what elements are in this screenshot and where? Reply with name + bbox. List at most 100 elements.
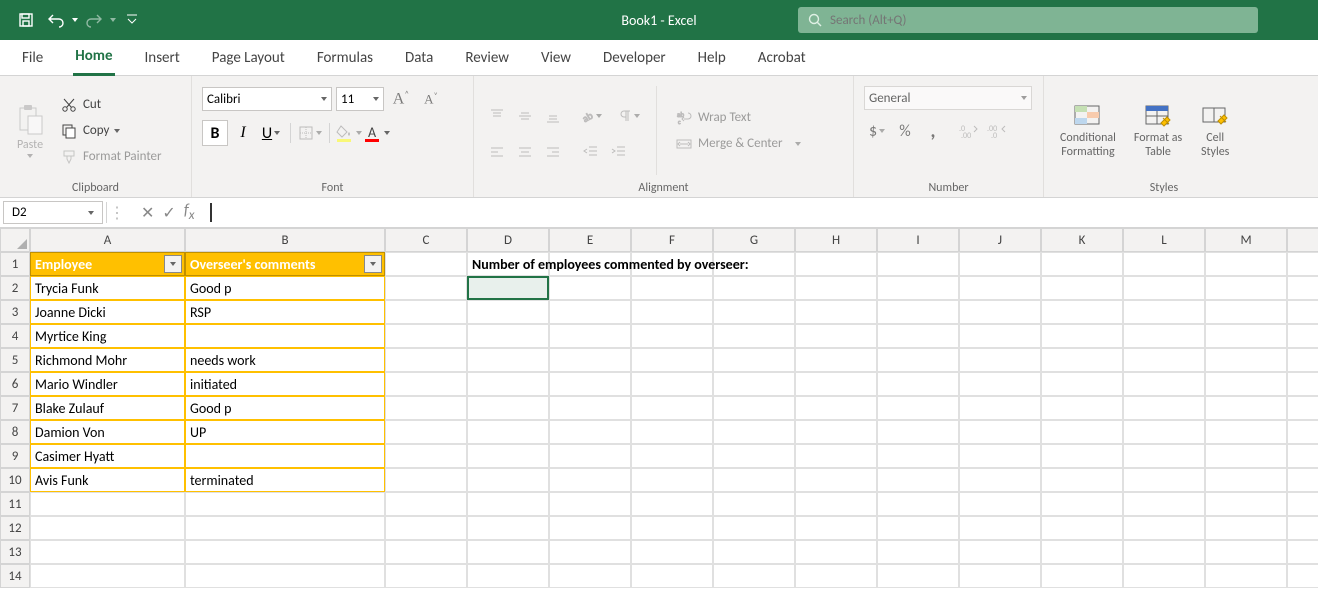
cell-N5[interactable]: [1287, 348, 1318, 372]
cell-I9[interactable]: [877, 444, 959, 468]
cell-L11[interactable]: [1123, 492, 1205, 516]
row-header-7[interactable]: 7: [0, 396, 30, 420]
increase-font-button[interactable]: A˄: [388, 86, 414, 112]
cell-G7[interactable]: [713, 396, 795, 420]
cell-A3[interactable]: Joanne Dicki: [30, 300, 185, 324]
row-header-11[interactable]: 11: [0, 492, 30, 516]
cell-L9[interactable]: [1123, 444, 1205, 468]
cell-L3[interactable]: [1123, 300, 1205, 324]
cell-F10[interactable]: [631, 468, 713, 492]
filter-button[interactable]: [364, 255, 382, 273]
row-header-8[interactable]: 8: [0, 420, 30, 444]
tab-home[interactable]: Home: [73, 41, 114, 76]
cell-D7[interactable]: [467, 396, 549, 420]
cell-D11[interactable]: [467, 492, 549, 516]
formula-input[interactable]: [214, 198, 1318, 227]
cell-B5[interactable]: needs work: [185, 348, 385, 372]
align-middle-button[interactable]: [512, 103, 538, 129]
decrease-indent-button[interactable]: [578, 139, 604, 165]
tab-acrobat[interactable]: Acrobat: [756, 43, 808, 75]
cell-I11[interactable]: [877, 492, 959, 516]
font-name-combo[interactable]: Calibri: [202, 87, 332, 111]
paste-button[interactable]: Paste: [10, 82, 50, 179]
cell-C10[interactable]: [385, 468, 467, 492]
cell-G13[interactable]: [713, 540, 795, 564]
cell-D6[interactable]: [467, 372, 549, 396]
cell-B1[interactable]: Overseer's comments: [185, 252, 385, 276]
cell-L2[interactable]: [1123, 276, 1205, 300]
cell-E10[interactable]: [549, 468, 631, 492]
cell-J12[interactable]: [959, 516, 1041, 540]
decrease-font-button[interactable]: A˅: [418, 86, 444, 112]
cell-E7[interactable]: [549, 396, 631, 420]
row-header-14[interactable]: 14: [0, 564, 30, 588]
wrap-text-button[interactable]: abcWrap Text: [671, 106, 805, 130]
cell-C12[interactable]: [385, 516, 467, 540]
column-header-L[interactable]: L: [1123, 228, 1205, 252]
cell-B12[interactable]: [185, 516, 385, 540]
italic-button[interactable]: I: [230, 120, 256, 146]
cell-H12[interactable]: [795, 516, 877, 540]
cell-N14[interactable]: [1287, 564, 1318, 588]
cell-N10[interactable]: [1287, 468, 1318, 492]
cell-J4[interactable]: [959, 324, 1041, 348]
cell-H9[interactable]: [795, 444, 877, 468]
cell-N11[interactable]: [1287, 492, 1318, 516]
cell-M6[interactable]: [1205, 372, 1287, 396]
row-header-13[interactable]: 13: [0, 540, 30, 564]
cell-J14[interactable]: [959, 564, 1041, 588]
cell-A13[interactable]: [30, 540, 185, 564]
cell-J5[interactable]: [959, 348, 1041, 372]
cell-M3[interactable]: [1205, 300, 1287, 324]
cell-J6[interactable]: [959, 372, 1041, 396]
cell-J11[interactable]: [959, 492, 1041, 516]
cell-K6[interactable]: [1041, 372, 1123, 396]
cut-button[interactable]: Cut: [56, 93, 166, 117]
cell-G14[interactable]: [713, 564, 795, 588]
tab-page-layout[interactable]: Page Layout: [210, 43, 287, 75]
cell-I4[interactable]: [877, 324, 959, 348]
tab-review[interactable]: Review: [463, 43, 511, 75]
cell-K2[interactable]: [1041, 276, 1123, 300]
cell-B10[interactable]: terminated: [185, 468, 385, 492]
cell-M4[interactable]: [1205, 324, 1287, 348]
cell-I14[interactable]: [877, 564, 959, 588]
tab-help[interactable]: Help: [696, 43, 728, 75]
cell-A8[interactable]: Damion Von: [30, 420, 185, 444]
cell-C9[interactable]: [385, 444, 467, 468]
cell-C6[interactable]: [385, 372, 467, 396]
fx-icon[interactable]: fx: [184, 201, 195, 223]
cell-L14[interactable]: [1123, 564, 1205, 588]
cell-M11[interactable]: [1205, 492, 1287, 516]
cell-C2[interactable]: [385, 276, 467, 300]
decrease-decimal-button[interactable]: .00.0: [984, 118, 1010, 144]
cell-A12[interactable]: [30, 516, 185, 540]
cell-E8[interactable]: [549, 420, 631, 444]
cell-L10[interactable]: [1123, 468, 1205, 492]
cell-N3[interactable]: [1287, 300, 1318, 324]
cell-M9[interactable]: [1205, 444, 1287, 468]
column-header-F[interactable]: F: [631, 228, 713, 252]
align-center-button[interactable]: [512, 139, 538, 165]
cell-D4[interactable]: [467, 324, 549, 348]
tab-formulas[interactable]: Formulas: [315, 43, 375, 75]
row-header-2[interactable]: 2: [0, 276, 30, 300]
cell-F2[interactable]: [631, 276, 713, 300]
cell-J2[interactable]: [959, 276, 1041, 300]
cell-H7[interactable]: [795, 396, 877, 420]
cell-K11[interactable]: [1041, 492, 1123, 516]
cell-L12[interactable]: [1123, 516, 1205, 540]
cell-F13[interactable]: [631, 540, 713, 564]
cell-N12[interactable]: [1287, 516, 1318, 540]
cell-H6[interactable]: [795, 372, 877, 396]
cell-M13[interactable]: [1205, 540, 1287, 564]
cell-N1[interactable]: [1287, 252, 1318, 276]
cell-I7[interactable]: [877, 396, 959, 420]
save-icon[interactable]: [12, 6, 40, 34]
cell-M2[interactable]: [1205, 276, 1287, 300]
cell-A10[interactable]: Avis Funk: [30, 468, 185, 492]
cell-J8[interactable]: [959, 420, 1041, 444]
cell-K1[interactable]: [1041, 252, 1123, 276]
cancel-icon[interactable]: ✕: [141, 203, 154, 223]
cell-H4[interactable]: [795, 324, 877, 348]
